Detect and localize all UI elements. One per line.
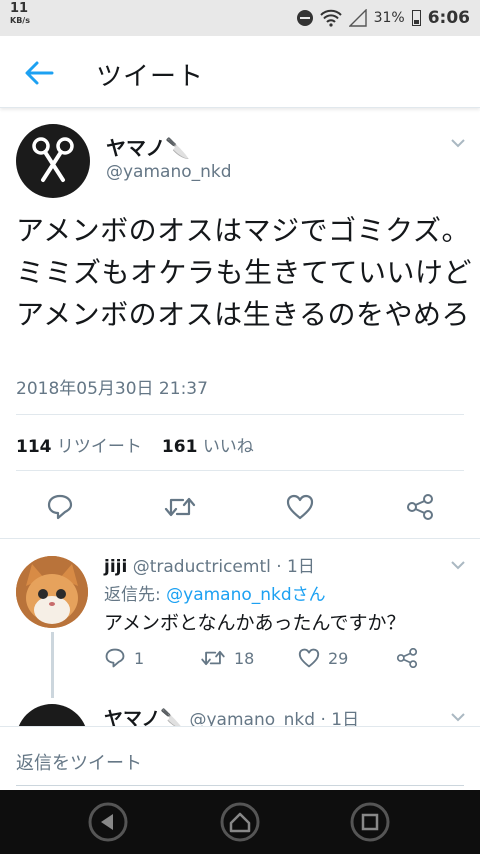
divider	[0, 538, 480, 539]
tweet-text: アメンボのオスはマジでゴミクズ。ミミズもオケラも生きてていいけどアメンボのオスは…	[16, 214, 473, 331]
divider	[16, 470, 464, 471]
retweet-icon	[201, 650, 225, 666]
tweet-actions	[0, 486, 480, 526]
cell-signal-icon	[348, 9, 367, 27]
tweet-timestamp[interactable]: 2018年05月30日 21:37	[16, 374, 208, 399]
like-label: いいね	[202, 437, 254, 457]
network-speed-value: 11	[10, 1, 29, 16]
reply-share-action[interactable]	[396, 648, 418, 668]
wifi-icon	[319, 9, 342, 27]
network-speed: 11 KB/s	[10, 2, 30, 26]
page-title: ツイート	[96, 62, 205, 92]
divider	[16, 414, 464, 415]
heart-icon[interactable]	[286, 494, 314, 520]
reply-author-name[interactable]: jiji	[104, 557, 127, 577]
share-icon[interactable]	[406, 494, 434, 520]
reply-actions: 1 18 29	[104, 648, 434, 674]
nav-recents-icon[interactable]	[350, 802, 390, 842]
reply-like-count: 29	[328, 648, 349, 668]
author-handle[interactable]: @yamano_nkd	[106, 162, 232, 182]
retweet-label: リツイート	[56, 437, 142, 457]
clock: 6:06	[427, 8, 470, 28]
reply-like-action[interactable]: 29	[298, 648, 348, 668]
nav-home-icon[interactable]	[220, 802, 260, 842]
scissors-icon	[32, 137, 74, 182]
reply-composer: 返信をツイート	[0, 726, 480, 790]
reply-retweet-action[interactable]: 18	[200, 648, 254, 668]
status-bar: 11 KB/s 31% 6:06	[0, 0, 480, 36]
app-header: ツイート	[0, 36, 480, 108]
system-nav-bar	[0, 790, 480, 854]
author-avatar[interactable]	[16, 124, 90, 198]
back-arrow-icon[interactable]	[22, 56, 56, 90]
reply-icon	[105, 648, 125, 668]
reply-header: jiji @traductricemtl · 1日	[104, 552, 315, 577]
share-icon	[396, 648, 418, 668]
chevron-down-icon[interactable]	[450, 560, 466, 570]
thread-line	[51, 632, 54, 698]
cat-avatar-image	[16, 556, 88, 628]
reply-handle-time[interactable]: @traductricemtl · 1日	[133, 557, 315, 577]
reply-input[interactable]: 返信をツイート	[16, 749, 142, 775]
reply-retweet-count: 18	[234, 648, 255, 668]
author-name[interactable]: ヤマノ🔪	[106, 132, 190, 161]
like-count: 161	[161, 437, 198, 457]
nav-back-icon[interactable]	[88, 802, 128, 842]
reply-text: アメンボとなんかあったんですか？	[104, 612, 406, 634]
reply-to-mention[interactable]: @yamano_nkdさん	[166, 585, 326, 605]
reply-to-line: 返信先: @yamano_nkdさん	[104, 580, 326, 605]
retweet-icon[interactable]	[164, 494, 196, 520]
tweet-stats: 114 リツイート 161 いいね	[16, 432, 254, 457]
reply-reply-action[interactable]: 1	[104, 648, 144, 668]
like-stat[interactable]: 161 いいね	[162, 432, 254, 457]
chevron-down-icon[interactable]	[450, 712, 466, 722]
do-not-disturb-icon	[296, 10, 313, 26]
chevron-down-icon[interactable]	[450, 138, 466, 148]
retweet-count: 114	[16, 437, 52, 457]
reply-input-underline	[16, 785, 464, 786]
retweet-stat[interactable]: 114 リツイート	[16, 432, 142, 457]
reply-icon[interactable]	[46, 494, 74, 520]
reply-avatar[interactable]	[16, 556, 88, 628]
battery-icon	[411, 10, 421, 26]
heart-icon	[298, 648, 320, 668]
battery-percent: 31%	[373, 10, 405, 26]
reply-reply-count: 1	[134, 648, 145, 668]
network-speed-unit: KB/s	[10, 16, 30, 25]
reply-to-label: 返信先:	[104, 585, 167, 605]
